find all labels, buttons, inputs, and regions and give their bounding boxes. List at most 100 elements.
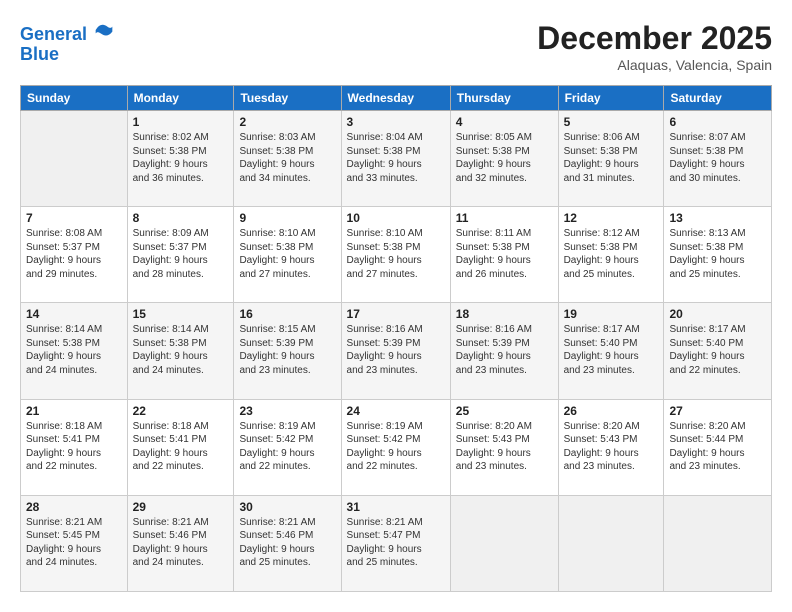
day-number: 28 [26,500,122,514]
weekday-header-sunday: Sunday [21,86,128,111]
day-number: 5 [564,115,659,129]
day-cell: 23Sunrise: 8:19 AM Sunset: 5:42 PM Dayli… [234,399,341,495]
day-number: 12 [564,211,659,225]
day-info: Sunrise: 8:21 AM Sunset: 5:46 PM Dayligh… [239,516,335,570]
day-number: 6 [669,115,766,129]
day-number: 25 [456,404,553,418]
day-cell: 5 Sunrise: 8:06 AM Sunset: 5:38 PM Daylig… [558,111,664,207]
day-cell: 20 Sunrise: 8:17 AM Sunset: 5:40 PM Dayli… [664,303,772,399]
day-cell: 7Sunrise: 8:08 AM Sunset: 5:37 PM Daylig… [21,207,128,303]
day-number: 3 [347,115,445,129]
day-number: 1 [133,115,229,129]
day-cell: 25 Sunrise: 8:20 AM Sunset: 5:43 PM Dayli… [450,399,558,495]
day-cell: 18 Sunrise: 8:16 AM Sunset: 5:39 PM Dayli… [450,303,558,399]
day-cell: 6 Sunrise: 8:07 AM Sunset: 5:38 PM Daylig… [664,111,772,207]
day-info: Sunrise: 8:19 AM Sunset: 5:42 PM Dayligh… [347,420,445,474]
week-row-5: 28 Sunrise: 8:21 AM Sunset: 5:45 PM Dayli… [21,495,772,591]
weekday-header-monday: Monday [127,86,234,111]
day-number: 13 [669,211,766,225]
day-cell: 28 Sunrise: 8:21 AM Sunset: 5:45 PM Dayli… [21,495,128,591]
logo-text: General [20,20,114,45]
day-info: Sunrise: 8:10 AM Sunset: 5:38 PM Dayligh… [347,227,445,281]
day-cell [450,495,558,591]
week-row-4: 21 Sunrise: 8:18 AM Sunset: 5:41 PM Dayli… [21,399,772,495]
day-cell: 19Sunrise: 8:17 AM Sunset: 5:40 PM Dayli… [558,303,664,399]
day-info: Sunrise: 8:20 AM Sunset: 5:43 PM Dayligh… [456,420,553,474]
day-info: Sunrise: 8:21 AM Sunset: 5:46 PM Dayligh… [133,516,229,570]
day-number: 21 [26,404,122,418]
day-number: 2 [239,115,335,129]
day-cell: 10 Sunrise: 8:10 AM Sunset: 5:38 PM Dayli… [341,207,450,303]
day-info: Sunrise: 8:16 AM Sunset: 5:39 PM Dayligh… [456,323,553,377]
calendar-table: SundayMondayTuesdayWednesdayThursdayFrid… [20,85,772,592]
day-info: Sunrise: 8:02 AM Sunset: 5:38 PM Dayligh… [133,131,229,185]
day-cell: 3 Sunrise: 8:04 AM Sunset: 5:38 PM Daylig… [341,111,450,207]
day-cell [664,495,772,591]
day-cell: 2 Sunrise: 8:03 AM Sunset: 5:38 PM Daylig… [234,111,341,207]
day-cell: 14 Sunrise: 8:14 AM Sunset: 5:38 PM Dayli… [21,303,128,399]
day-cell: 9Sunrise: 8:10 AM Sunset: 5:38 PM Daylig… [234,207,341,303]
weekday-header-friday: Friday [558,86,664,111]
day-info: Sunrise: 8:12 AM Sunset: 5:38 PM Dayligh… [564,227,659,281]
day-number: 22 [133,404,229,418]
day-number: 15 [133,307,229,321]
day-cell: 17 Sunrise: 8:16 AM Sunset: 5:39 PM Dayli… [341,303,450,399]
weekday-header-tuesday: Tuesday [234,86,341,111]
day-number: 18 [456,307,553,321]
day-number: 27 [669,404,766,418]
day-info: Sunrise: 8:17 AM Sunset: 5:40 PM Dayligh… [669,323,766,377]
day-cell: 24Sunrise: 8:19 AM Sunset: 5:42 PM Dayli… [341,399,450,495]
day-info: Sunrise: 8:14 AM Sunset: 5:38 PM Dayligh… [133,323,229,377]
day-info: Sunrise: 8:18 AM Sunset: 5:41 PM Dayligh… [133,420,229,474]
day-number: 20 [669,307,766,321]
day-info: Sunrise: 8:03 AM Sunset: 5:38 PM Dayligh… [239,131,335,185]
day-number: 19 [564,307,659,321]
logo-general: General [20,24,87,44]
day-number: 10 [347,211,445,225]
day-cell [558,495,664,591]
day-info: Sunrise: 8:14 AM Sunset: 5:38 PM Dayligh… [26,323,122,377]
day-info: Sunrise: 8:15 AM Sunset: 5:39 PM Dayligh… [239,323,335,377]
day-number: 29 [133,500,229,514]
page: General Blue December 2025 Alaquas, Vale… [0,0,792,612]
location-subtitle: Alaquas, Valencia, Spain [537,57,772,73]
header: General Blue December 2025 Alaquas, Vale… [20,20,772,73]
day-info: Sunrise: 8:09 AM Sunset: 5:37 PM Dayligh… [133,227,229,281]
weekday-header-saturday: Saturday [664,86,772,111]
day-cell: 29 Sunrise: 8:21 AM Sunset: 5:46 PM Dayli… [127,495,234,591]
day-info: Sunrise: 8:16 AM Sunset: 5:39 PM Dayligh… [347,323,445,377]
day-info: Sunrise: 8:07 AM Sunset: 5:38 PM Dayligh… [669,131,766,185]
day-info: Sunrise: 8:06 AM Sunset: 5:38 PM Dayligh… [564,131,659,185]
day-info: Sunrise: 8:18 AM Sunset: 5:41 PM Dayligh… [26,420,122,474]
day-info: Sunrise: 8:04 AM Sunset: 5:38 PM Dayligh… [347,131,445,185]
day-cell: 26 Sunrise: 8:20 AM Sunset: 5:43 PM Dayli… [558,399,664,495]
day-info: Sunrise: 8:08 AM Sunset: 5:37 PM Dayligh… [26,227,122,281]
day-info: Sunrise: 8:21 AM Sunset: 5:45 PM Dayligh… [26,516,122,570]
day-cell: 12 Sunrise: 8:12 AM Sunset: 5:38 PM Dayli… [558,207,664,303]
day-number: 23 [239,404,335,418]
day-number: 8 [133,211,229,225]
week-row-3: 14 Sunrise: 8:14 AM Sunset: 5:38 PM Dayli… [21,303,772,399]
day-number: 14 [26,307,122,321]
day-number: 26 [564,404,659,418]
weekday-header-thursday: Thursday [450,86,558,111]
week-row-1: 1 Sunrise: 8:02 AM Sunset: 5:38 PM Daylig… [21,111,772,207]
week-row-2: 7Sunrise: 8:08 AM Sunset: 5:37 PM Daylig… [21,207,772,303]
day-number: 31 [347,500,445,514]
day-info: Sunrise: 8:20 AM Sunset: 5:44 PM Dayligh… [669,420,766,474]
main-title: December 2025 [537,20,772,57]
day-number: 4 [456,115,553,129]
day-number: 9 [239,211,335,225]
day-info: Sunrise: 8:21 AM Sunset: 5:47 PM Dayligh… [347,516,445,570]
title-block: December 2025 Alaquas, Valencia, Spain [537,20,772,73]
day-cell: 27 Sunrise: 8:20 AM Sunset: 5:44 PM Dayli… [664,399,772,495]
day-cell: 15 Sunrise: 8:14 AM Sunset: 5:38 PM Dayli… [127,303,234,399]
day-info: Sunrise: 8:20 AM Sunset: 5:43 PM Dayligh… [564,420,659,474]
day-cell: 8 Sunrise: 8:09 AM Sunset: 5:37 PM Daylig… [127,207,234,303]
logo-blue: Blue [20,45,114,65]
day-number: 17 [347,307,445,321]
day-cell: 22 Sunrise: 8:18 AM Sunset: 5:41 PM Dayli… [127,399,234,495]
day-number: 11 [456,211,553,225]
day-cell: 1 Sunrise: 8:02 AM Sunset: 5:38 PM Daylig… [127,111,234,207]
day-cell: 21 Sunrise: 8:18 AM Sunset: 5:41 PM Dayli… [21,399,128,495]
